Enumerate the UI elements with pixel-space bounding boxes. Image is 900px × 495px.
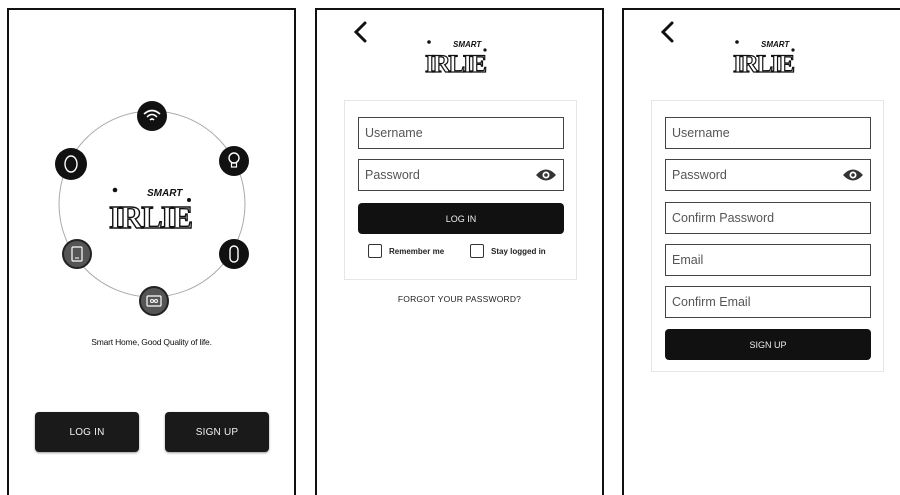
login-screen: SMART IRLIE Username Password LOG IN Rem…: [315, 8, 604, 495]
brand-small: SMART: [453, 40, 482, 49]
brand-logo: SMART IRLIE: [109, 180, 197, 236]
email-placeholder: Email: [672, 253, 704, 267]
phone-icon[interactable]: [62, 239, 92, 269]
username-input[interactable]: Username: [665, 117, 871, 149]
oval-device-icon[interactable]: [55, 148, 87, 180]
password-input[interactable]: Password: [358, 159, 564, 191]
forgot-password-link[interactable]: FORGOT YOUR PASSWORD?: [317, 294, 602, 304]
stay-label: Stay logged in: [491, 246, 546, 256]
confirm-email-placeholder: Confirm Email: [672, 295, 751, 309]
stay-logged-in[interactable]: Stay logged in: [470, 244, 546, 258]
brand-large: IRLIE: [109, 199, 193, 235]
show-password-icon[interactable]: [535, 167, 557, 183]
username-placeholder: Username: [672, 126, 730, 140]
remember-label: Remember me: [389, 246, 445, 256]
wifi-icon[interactable]: [137, 101, 167, 131]
tagline: Smart Home, Good Quality of life.: [91, 337, 212, 347]
signup-button[interactable]: SIGN UP: [165, 412, 269, 452]
password-input[interactable]: Password: [665, 159, 871, 191]
brand-logo: SMART IRLIE: [733, 34, 799, 76]
password-placeholder: Password: [672, 168, 727, 182]
remember-me[interactable]: Remember me: [368, 244, 444, 258]
password-placeholder: Password: [365, 168, 420, 182]
confirm-password-input[interactable]: Confirm Password: [665, 202, 871, 234]
remember-checkbox[interactable]: [368, 244, 382, 258]
remote-icon[interactable]: [219, 239, 249, 269]
brand-large: IRLIE: [425, 51, 487, 76]
back-arrow-icon[interactable]: [351, 20, 371, 44]
confirm-password-placeholder: Confirm Password: [672, 211, 775, 225]
signup-card: Username Password Confirm Password Email…: [651, 100, 884, 372]
email-input[interactable]: Email: [665, 244, 871, 276]
signup-submit-button[interactable]: SIGN UP: [665, 329, 871, 360]
username-placeholder: Username: [365, 126, 423, 140]
tv-icon[interactable]: [139, 286, 169, 316]
signup-screen: SMART IRLIE Username Password Confirm Pa…: [622, 8, 900, 495]
confirm-email-input[interactable]: Confirm Email: [665, 286, 871, 318]
brand-small: SMART: [761, 40, 790, 49]
bulb-icon[interactable]: [219, 146, 249, 176]
show-password-icon[interactable]: [842, 167, 864, 183]
brand-logo: SMART IRLIE: [425, 34, 491, 76]
brand-small: SMART: [147, 188, 183, 199]
login-button[interactable]: LOG IN: [35, 412, 139, 452]
brand-large: IRLIE: [733, 51, 795, 76]
welcome-screen: SMART IRLIE Smart Home, Good Quality of …: [7, 8, 296, 495]
username-input[interactable]: Username: [358, 117, 564, 149]
back-arrow-icon[interactable]: [658, 20, 678, 44]
login-submit-button[interactable]: LOG IN: [358, 203, 564, 234]
stay-checkbox[interactable]: [470, 244, 484, 258]
